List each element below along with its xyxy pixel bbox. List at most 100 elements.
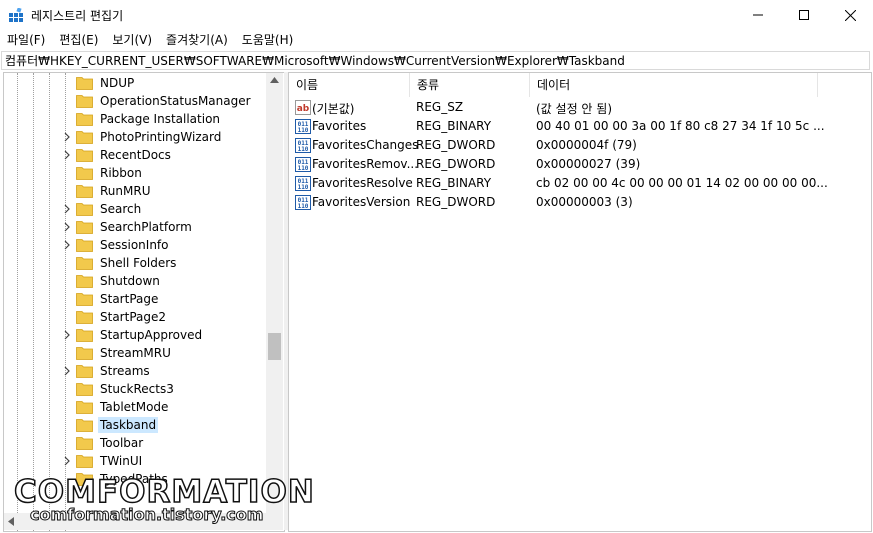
string-value-icon: ab [295, 100, 311, 115]
tree-item[interactable]: RecentDocs [4, 146, 264, 164]
tree-item[interactable]: RunMRU [4, 182, 264, 200]
folder-icon [76, 185, 93, 198]
tree-item[interactable]: NDUP [4, 74, 264, 92]
value-name: (기본값) [312, 102, 355, 116]
folder-icon [76, 113, 93, 126]
maximize-button[interactable] [781, 0, 827, 30]
folder-icon [76, 293, 93, 306]
menu-bar: 파일(F) 편집(E) 보기(V) 즐겨찾기(A) 도움말(H) [0, 30, 873, 51]
tree-item[interactable]: TWinUI [4, 452, 264, 470]
value-data: cb 02 00 00 4c 00 00 00 01 14 02 00 00 0… [536, 176, 828, 190]
tree-item[interactable]: PhotoPrintingWizard [4, 128, 264, 146]
window-title: 레지스트리 편집기 [31, 9, 124, 23]
tree-item[interactable]: StuckRects3 [4, 380, 264, 398]
tree-item-label: TWinUI [100, 454, 143, 468]
tree-item-label: StuckRects3 [100, 382, 174, 396]
chevron-right-icon[interactable] [62, 455, 72, 467]
tree-item[interactable]: OperationStatusManager [4, 92, 264, 110]
tree-item[interactable]: TabletMode [4, 398, 264, 416]
folder-icon [76, 455, 93, 468]
folder-icon [76, 149, 93, 162]
tree-item-label: Package Installation [100, 112, 221, 126]
scroll-left-arrow-icon[interactable] [8, 517, 14, 526]
chevron-right-icon[interactable] [62, 239, 72, 251]
chevron-right-icon[interactable] [62, 131, 72, 143]
value-row[interactable]: 011 110 FavoritesChanges REG_DWORD 0x0000004… [289, 136, 871, 155]
binary-value-icon: 011110 [295, 195, 311, 210]
binary-value-icon: 011110 [295, 138, 311, 153]
value-row[interactable]: 011 110 Favorites REG_BINARY 00 40 01 00 00 … [289, 117, 871, 136]
folder-icon [76, 203, 93, 216]
address-bar[interactable]: 컴퓨터₩HKEY_CURRENT_USER₩SOFTWARE₩Microsoft… [1, 51, 870, 70]
chevron-right-icon[interactable] [62, 149, 72, 161]
tree-item[interactable]: StartupApproved [4, 326, 264, 344]
folder-icon [76, 419, 93, 432]
tree-item[interactable]: Ribbon [4, 164, 264, 182]
chevron-right-icon[interactable] [62, 365, 72, 377]
value-type: REG_BINARY [416, 176, 492, 190]
tree-item[interactable]: Shutdown [4, 272, 264, 290]
tree-item[interactable]: Streams [4, 362, 264, 380]
value-data: (값 설정 안 됨) [536, 102, 613, 116]
tree-item[interactable]: Package Installation [4, 110, 264, 128]
value-type: REG_DWORD [416, 157, 496, 171]
tree-item[interactable]: StreamMRU [4, 344, 264, 362]
tree-vertical-scrollbar[interactable] [266, 73, 283, 513]
close-icon [844, 9, 856, 21]
chevron-right-icon[interactable] [62, 329, 72, 341]
tree-item[interactable]: Shell Folders [4, 254, 264, 272]
maximize-icon [799, 10, 809, 20]
values-list[interactable]: 이름 종류 데이터 ab (기본값) REG_SZ (값 설정 안 됨) 011 110 F… [288, 72, 872, 532]
title-bar: 레지스트리 편집기 [0, 0, 873, 30]
tree-scroll-thumb[interactable] [268, 333, 281, 360]
tree-item-label: TabletMode [100, 400, 169, 414]
tree-item-label: StartupApproved [100, 328, 203, 342]
value-row[interactable]: ab (기본값) REG_SZ (값 설정 안 됨) [289, 98, 871, 117]
menu-file[interactable]: 파일(F) [0, 30, 52, 51]
chevron-right-icon[interactable] [62, 203, 72, 215]
value-name: FavoritesChanges [312, 138, 419, 152]
tree-item-label: RunMRU [100, 184, 151, 198]
tree-item-label: Search [100, 202, 142, 216]
binary-value-icon: 011110 [295, 157, 311, 172]
menu-favorites[interactable]: 즐겨찾기(A) [159, 30, 235, 51]
close-button[interactable] [827, 0, 873, 30]
svg-text:ab: ab [297, 104, 310, 114]
menu-view[interactable]: 보기(V) [105, 30, 159, 51]
tree-item[interactable]: Taskband [4, 416, 264, 434]
tree-item[interactable]: SearchPlatform [4, 218, 264, 236]
minimize-button[interactable] [735, 0, 781, 30]
tree-item-label: SearchPlatform [100, 220, 192, 234]
value-row[interactable]: 011 110 FavoritesVersion REG_DWORD 0x0000000… [289, 193, 871, 212]
folder-icon [76, 131, 93, 144]
tree-item[interactable]: StartPage2 [4, 308, 264, 326]
scroll-up-arrow-icon[interactable] [270, 77, 279, 83]
tree-item[interactable]: Toolbar [4, 434, 264, 452]
value-type: REG_DWORD [416, 195, 496, 209]
value-row[interactable]: 011 110 FavoritesResolve REG_BINARY cb 02 00… [289, 174, 871, 193]
value-data: 0x0000004f (79) [536, 138, 637, 152]
tree-item[interactable]: StartPage [4, 290, 264, 308]
tree-item[interactable]: SessionInfo [4, 236, 264, 254]
tree-item-label: StartPage2 [100, 310, 166, 324]
key-tree[interactable]: NDUP OperationStatusManager Package Instal… [3, 72, 285, 532]
column-header-name[interactable]: 이름 [289, 73, 410, 97]
value-row[interactable]: 011 110 FavoritesRemov... REG_DWORD 0x000000… [289, 155, 871, 174]
folder-icon [76, 275, 93, 288]
tree-item-label: Ribbon [100, 166, 142, 180]
chevron-right-icon[interactable] [62, 221, 72, 233]
value-data: 0x00000027 (39) [536, 157, 641, 171]
value-data: 0x00000003 (3) [536, 195, 633, 209]
svg-text:110: 110 [298, 127, 309, 134]
menu-help[interactable]: 도움말(H) [235, 30, 301, 51]
column-header-type[interactable]: 종류 [410, 73, 530, 97]
tree-item[interactable]: Search [4, 200, 264, 218]
value-name: Favorites [312, 119, 367, 133]
folder-icon [76, 239, 93, 252]
tree-item-label: RecentDocs [100, 148, 171, 162]
folder-icon [76, 401, 93, 414]
column-header-data[interactable]: 데이터 [530, 73, 818, 97]
binary-value-icon: 011110 [295, 119, 311, 134]
folder-icon [76, 77, 93, 90]
menu-edit[interactable]: 편집(E) [52, 30, 105, 51]
